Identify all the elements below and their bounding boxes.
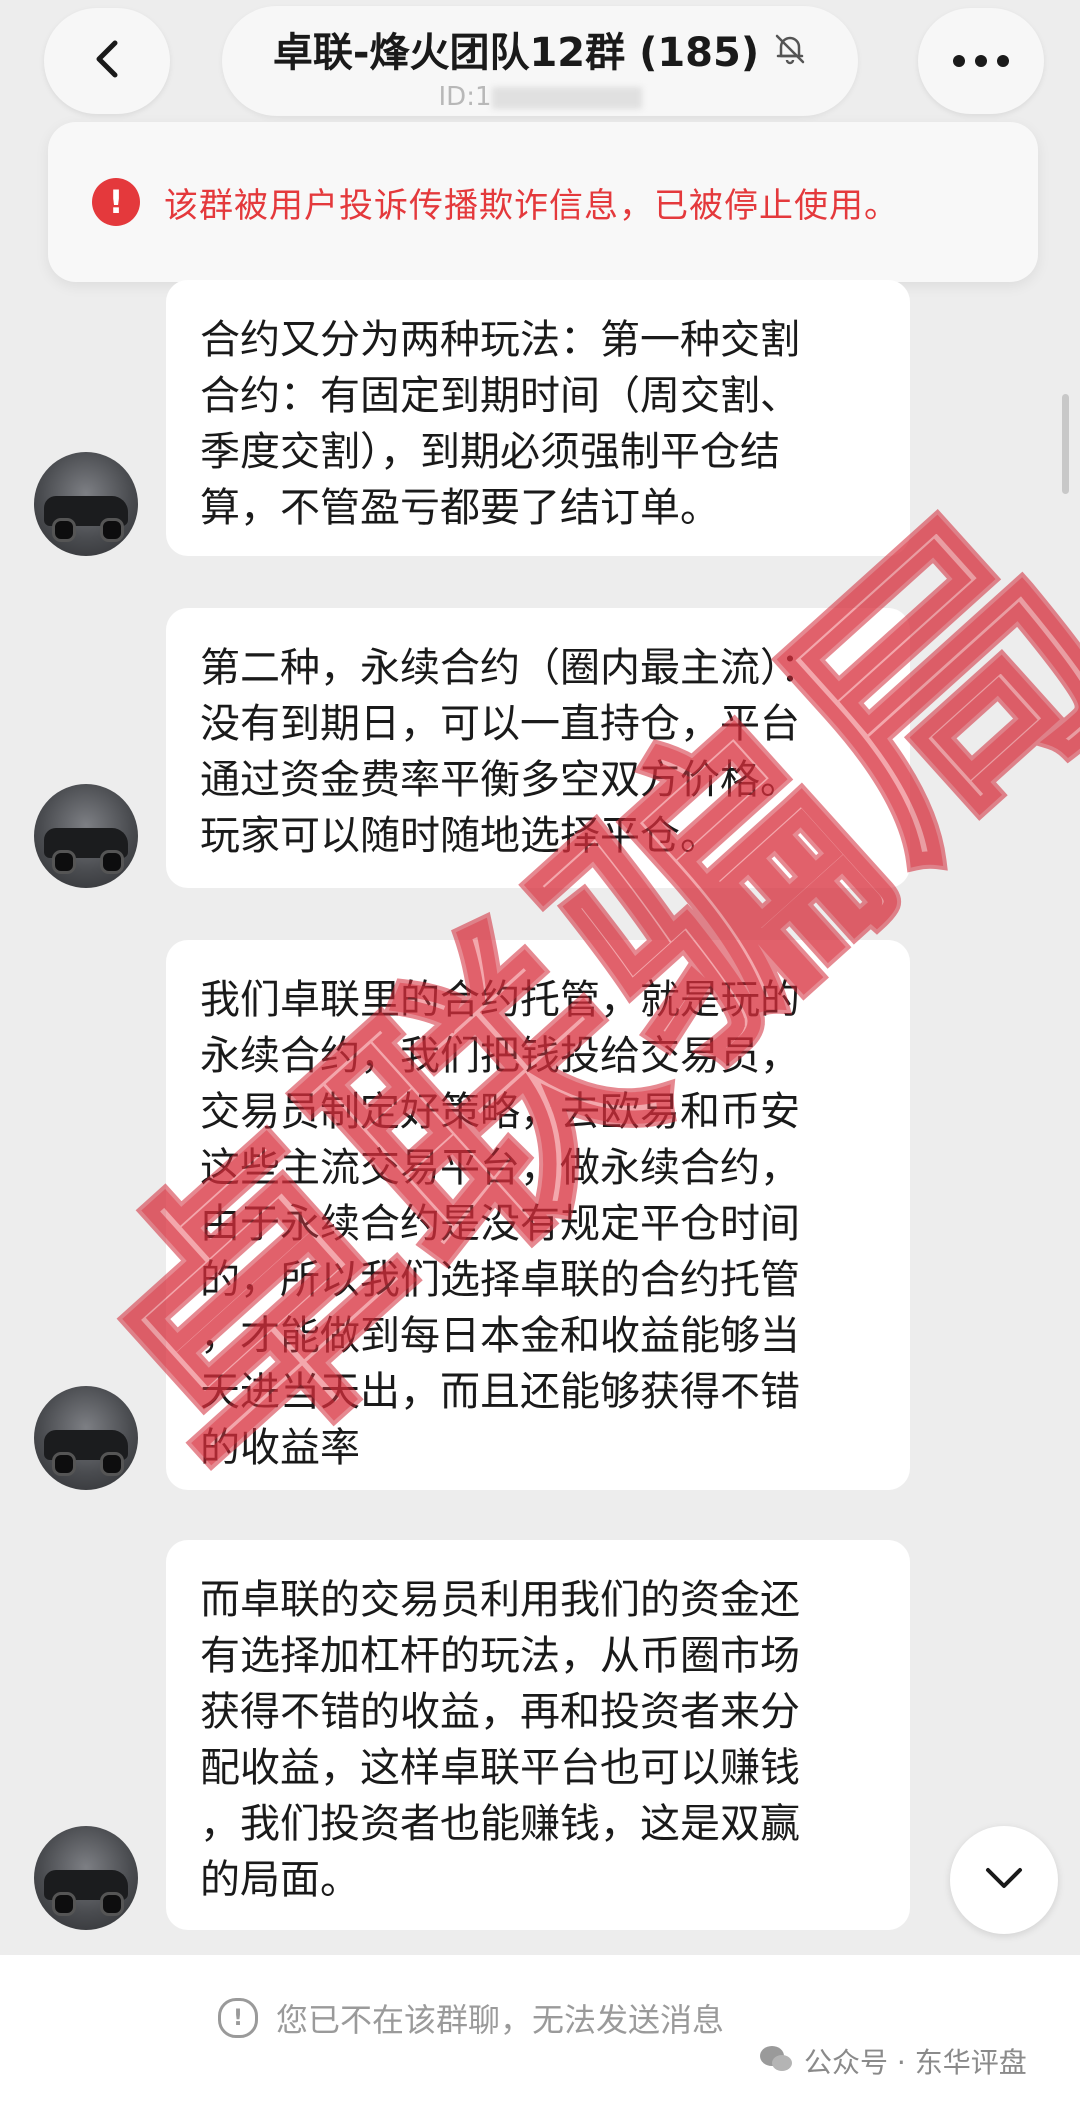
message-line: 的收益率 xyxy=(200,1425,360,1471)
message-line: ，我们投资者也能赚钱，这是双赢 xyxy=(200,1801,800,1847)
sender-avatar[interactable] xyxy=(34,784,138,888)
more-horizontal-icon xyxy=(953,55,1009,67)
message-line: 季度交割），到期必须强制平仓结 xyxy=(200,429,780,475)
message-line: ，才能做到每日本金和收益能够当 xyxy=(200,1313,800,1359)
chat-title-area[interactable]: 卓联-烽火团队12群 (185) ID:1 xyxy=(222,6,858,116)
message-bubble[interactable]: 而卓联的交易员利用我们的资金还 有选择加杠杆的玩法，从币圈市场 获得不错的收益，… xyxy=(166,1540,910,1930)
message-line: 有选择加杠杆的玩法，从币圈市场 xyxy=(200,1633,800,1679)
message-line: 的局面。 xyxy=(200,1857,360,1903)
message-line: 配收益，这样卓联平台也可以赚钱 xyxy=(200,1745,800,1791)
sender-avatar[interactable] xyxy=(34,1386,138,1490)
chat-title: 卓联-烽火团队12群 (185) xyxy=(272,30,760,76)
blurred-id xyxy=(491,86,642,109)
message-line: 的，所以我们选择卓联的合约托管 xyxy=(200,1257,800,1303)
message-bubble[interactable]: 第二种，永续合约（圈内最主流）： 没有到期日，可以一直持仓，平台 通过资金费率平… xyxy=(166,608,910,888)
more-button[interactable] xyxy=(918,8,1044,114)
notice-text: 您已不在该群聊，无法发送消息 xyxy=(276,2001,725,2039)
message-line: 算，不管盈亏都要了结订单。 xyxy=(200,485,720,531)
removed-notice: ! 您已不在该群聊，无法发送消息 xyxy=(218,1995,724,2041)
sender-avatar[interactable] xyxy=(34,1826,138,1930)
message-line: 没有到期日，可以一直持仓，平台 xyxy=(200,701,800,747)
back-button[interactable] xyxy=(44,8,170,114)
message-line: 天进当天出，而且还能够获得不错 xyxy=(200,1369,800,1415)
message-line: 由于永续合约是没有规定平仓时间 xyxy=(200,1201,800,1247)
source-credit: 公众号 · 东华评盘 xyxy=(758,2041,1027,2081)
message-line: 这些主流交易平台，做永续合约， xyxy=(200,1145,800,1191)
wechat-icon xyxy=(758,2044,794,2078)
source-text: 公众号 · 东华评盘 xyxy=(804,2046,1027,2079)
message-line: 合约：有固定到期时间（周交割、 xyxy=(200,373,800,419)
info-icon: ! xyxy=(218,1998,258,2038)
message-bubble[interactable]: 我们卓联里的合约托管，就是玩的 永续合约，我们把钱投给交易员， 交易员制定好策略… xyxy=(166,940,910,1490)
sender-avatar[interactable] xyxy=(34,452,138,556)
message-line: 合约又分为两种玩法：第一种交割 xyxy=(200,317,800,363)
group-suspended-warning: ! 该群被用户投诉传播欺诈信息，已被停止使用。 xyxy=(48,122,1038,282)
message-bubble[interactable]: 合约又分为两种玩法：第一种交割 合约：有固定到期时间（周交割、 季度交割），到期… xyxy=(166,280,910,556)
bottom-bar: ! 您已不在该群聊，无法发送消息 公众号 · 东华评盘 xyxy=(0,1955,1080,2103)
chevron-down-icon xyxy=(984,1866,1024,1894)
message-line: 玩家可以随时随地选择平仓。 xyxy=(200,813,720,859)
message-line: 我们卓联里的合约托管，就是玩的 xyxy=(200,977,800,1023)
message-line: 通过资金费率平衡多空双方价格。 xyxy=(200,757,800,803)
message-line: 交易员制定好策略，去欧易和币安 xyxy=(200,1089,800,1135)
alert-icon: ! xyxy=(92,178,140,226)
message-line: 永续合约，我们把钱投给交易员， xyxy=(200,1033,800,1079)
warning-text: 该群被用户投诉传播欺诈信息，已被停止使用。 xyxy=(164,185,899,226)
message-line: 而卓联的交易员利用我们的资金还 xyxy=(200,1577,800,1623)
chevron-left-icon xyxy=(89,39,125,83)
bell-off-icon xyxy=(773,32,807,66)
chat-id: ID:1 xyxy=(222,82,858,112)
message-line: 获得不错的收益，再和投资者来分 xyxy=(200,1689,800,1735)
scroll-to-bottom-button[interactable] xyxy=(950,1826,1058,1934)
scrollbar-thumb[interactable] xyxy=(1062,394,1069,494)
message-line: 第二种，永续合约（圈内最主流）： xyxy=(200,645,820,691)
